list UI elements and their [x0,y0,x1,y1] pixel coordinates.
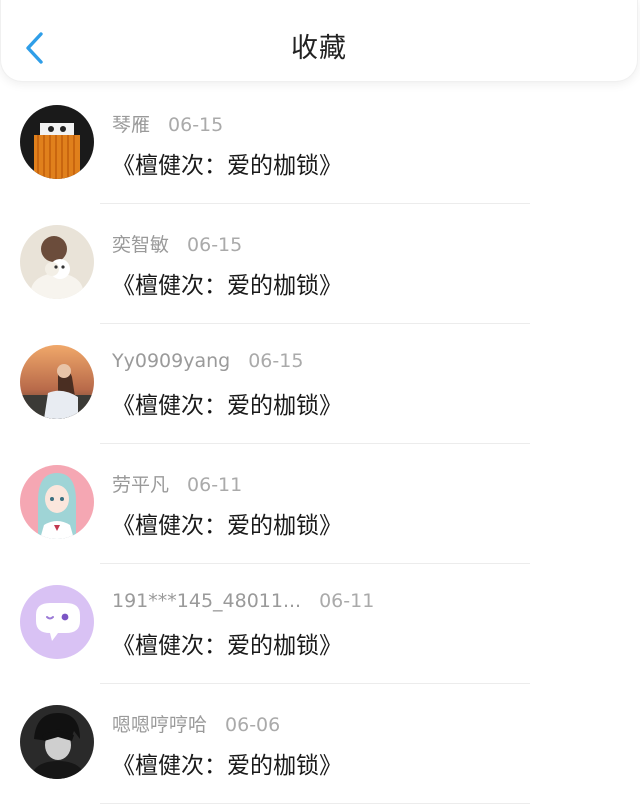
list-item[interactable]: 嗯嗯哼哼哈 06-06 《檀健次：爱的枷锁》 [0,684,640,804]
avatar[interactable] [20,225,94,299]
top-bar: 收藏 [0,0,638,82]
favorites-page: 收藏 琴雁 06-15 《檀健次：爱的枷锁》 奕智敏 06-15 《檀健次：爱的… [0,0,640,804]
item-date: 06-15 [248,350,304,372]
item-date: 06-15 [187,234,243,256]
list-item[interactable]: 劳平凡 06-11 《檀健次：爱的枷锁》 [0,444,640,564]
username[interactable]: 劳平凡 [112,474,169,496]
user-avatar-icon [20,465,94,539]
item-date: 06-11 [187,474,243,496]
item-date: 06-15 [168,114,224,136]
favorites-list: 琴雁 06-15 《檀健次：爱的枷锁》 奕智敏 06-15 《檀健次：爱的枷锁》 [0,84,640,804]
item-meta: 琴雁 06-15 [112,110,223,137]
item-meta: Yy0909yang 06-15 [112,350,303,372]
username[interactable]: 嗯嗯哼哼哈 [112,714,207,736]
item-meta: 奕智敏 06-15 [112,230,242,257]
avatar[interactable] [20,345,94,419]
item-date: 06-11 [319,590,375,612]
user-avatar-icon [20,705,94,779]
item-content[interactable]: 《檀健次：爱的枷锁》 [112,506,342,540]
user-avatar-icon [20,225,94,299]
username[interactable]: 191***145_48011... [112,590,301,612]
item-content[interactable]: 《檀健次：爱的枷锁》 [112,386,342,420]
item-content[interactable]: 《檀健次：爱的枷锁》 [112,266,342,300]
page-title: 收藏 [291,33,347,64]
item-meta: 191***145_48011... 06-11 [112,590,374,612]
list-item[interactable]: 奕智敏 06-15 《檀健次：爱的枷锁》 [0,204,640,324]
item-content[interactable]: 《檀健次：爱的枷锁》 [112,746,342,780]
user-avatar-icon [20,345,94,419]
chat-bubble-avatar-icon [20,585,94,659]
list-item[interactable]: 191***145_48011... 06-11 《檀健次：爱的枷锁》 [0,564,640,684]
item-meta: 劳平凡 06-11 [112,470,242,497]
username[interactable]: 琴雁 [112,114,150,136]
username[interactable]: Yy0909yang [112,350,230,372]
item-content[interactable]: 《檀健次：爱的枷锁》 [112,626,342,660]
avatar[interactable] [20,585,94,659]
user-avatar-icon [20,105,94,179]
username[interactable]: 奕智敏 [112,234,169,256]
item-meta: 嗯嗯哼哼哈 06-06 [112,710,280,737]
avatar[interactable] [20,465,94,539]
item-date: 06-06 [225,714,281,736]
list-item[interactable]: 琴雁 06-15 《檀健次：爱的枷锁》 [0,84,640,204]
avatar[interactable] [20,105,94,179]
avatar[interactable] [20,705,94,779]
list-item[interactable]: Yy0909yang 06-15 《檀健次：爱的枷锁》 [0,324,640,444]
item-content[interactable]: 《檀健次：爱的枷锁》 [112,146,342,180]
